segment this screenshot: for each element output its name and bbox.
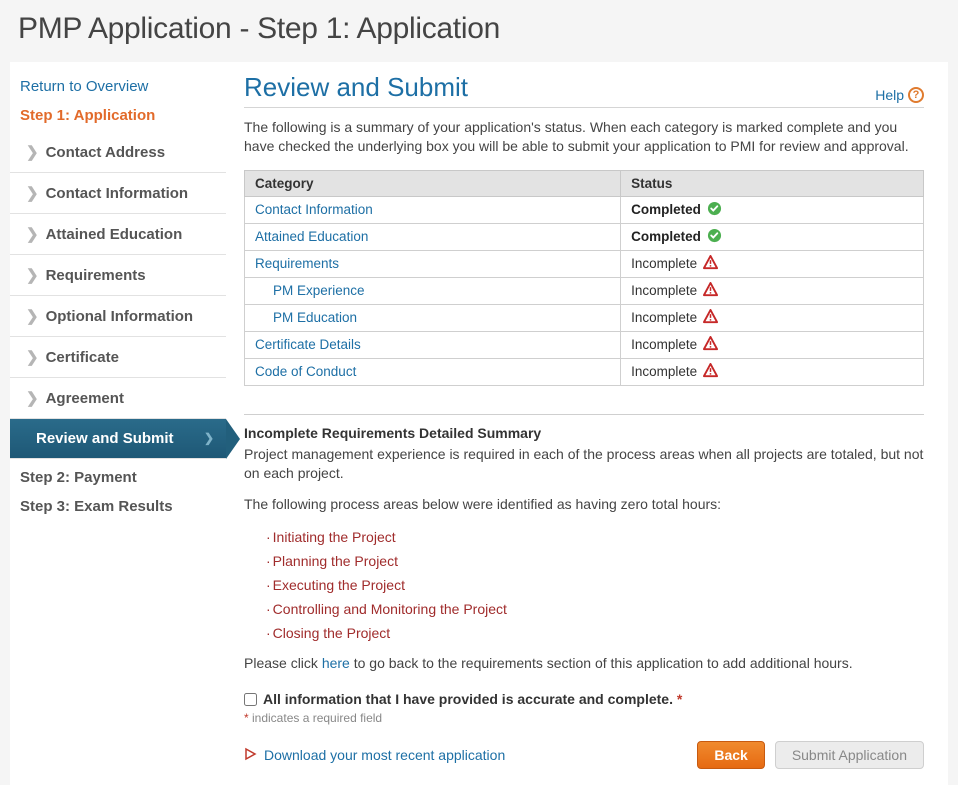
sidebar-item-attained-education[interactable]: ❯Attained Education: [10, 214, 226, 255]
accuracy-label[interactable]: All information that I have provided is …: [263, 691, 682, 707]
warning-icon: [703, 282, 718, 300]
category-link[interactable]: PM Experience: [273, 283, 365, 298]
list-item: Controlling and Monitoring the Project: [266, 597, 924, 621]
download-icon: [244, 747, 258, 764]
sidebar-item-optional-information[interactable]: ❯Optional Information: [10, 296, 226, 337]
category-link[interactable]: Code of Conduct: [255, 364, 356, 379]
status-text: Incomplete: [631, 256, 697, 271]
chevron-right-icon: ❯: [26, 389, 39, 407]
category-link[interactable]: Attained Education: [255, 229, 368, 244]
back-button[interactable]: Back: [697, 741, 764, 769]
step2-label: Step 2: Payment: [10, 463, 226, 492]
sidebar-item-contact-address[interactable]: ❯Contact Address: [10, 132, 226, 173]
table-row: Attained Education Completed: [245, 223, 924, 250]
warning-icon: [703, 336, 718, 354]
list-item: Executing the Project: [266, 573, 924, 597]
required-note: * indicates a required field: [244, 711, 924, 725]
summary-heading: Incomplete Requirements Detailed Summary: [244, 425, 924, 441]
table-row: PM Education Incomplete: [245, 304, 924, 331]
chevron-right-icon: ❯: [26, 307, 39, 325]
sidebar: Return to Overview Step 1: Application ❯…: [10, 62, 226, 773]
col-status: Status: [621, 170, 924, 196]
category-link[interactable]: Certificate Details: [255, 337, 361, 352]
chevron-right-icon: ❯: [26, 225, 39, 243]
list-item: Closing the Project: [266, 621, 924, 645]
table-row: Certificate Details Incomplete: [245, 331, 924, 358]
summary-para2: The following process areas below were i…: [244, 495, 924, 514]
page-title: PMP Application - Step 1: Application: [0, 0, 958, 62]
status-text: Incomplete: [631, 337, 697, 352]
download-application-link[interactable]: Download your most recent application: [244, 747, 505, 764]
chevron-right-icon: ❯: [26, 266, 39, 284]
check-icon: [707, 201, 722, 219]
sidebar-item-review-and-submit[interactable]: Review and Submit❯: [10, 419, 226, 459]
table-row: PM Experience Incomplete: [245, 277, 924, 304]
section-title: Review and Submit: [244, 72, 468, 103]
intro-text: The following is a summary of your appli…: [244, 118, 924, 156]
status-text: Completed: [631, 202, 701, 217]
sidebar-item-certificate[interactable]: ❯Certificate: [10, 337, 226, 378]
download-label: Download your most recent application: [264, 747, 505, 763]
step3-label: Step 3: Exam Results: [10, 492, 226, 521]
chevron-right-icon: ❯: [26, 348, 39, 366]
table-row: Contact Information Completed: [245, 196, 924, 223]
status-text: Incomplete: [631, 283, 697, 298]
here-link[interactable]: here: [322, 655, 350, 671]
help-link[interactable]: Help ?: [875, 87, 924, 103]
return-to-overview-link[interactable]: Return to Overview: [10, 72, 226, 101]
status-table: Category Status Contact Information Compl…: [244, 170, 924, 386]
summary-para1: Project management experience is require…: [244, 445, 924, 483]
category-link[interactable]: Requirements: [255, 256, 339, 271]
please-line: Please click here to go back to the requ…: [244, 655, 924, 671]
status-text: Completed: [631, 229, 701, 244]
table-row: Code of Conduct Incomplete: [245, 358, 924, 385]
warning-icon: [703, 255, 718, 273]
accuracy-checkbox[interactable]: [244, 693, 257, 706]
col-category: Category: [245, 170, 621, 196]
list-item: Initiating the Project: [266, 525, 924, 549]
check-icon: [707, 228, 722, 246]
help-label: Help: [875, 87, 904, 103]
warning-icon: [703, 363, 718, 381]
help-icon: ?: [908, 87, 924, 103]
sidebar-item-agreement[interactable]: ❯Agreement: [10, 378, 226, 419]
chevron-right-icon: ❯: [26, 184, 39, 202]
category-link[interactable]: PM Education: [273, 310, 357, 325]
submit-application-button: Submit Application: [775, 741, 924, 769]
table-row: Requirements Incomplete: [245, 250, 924, 277]
category-link[interactable]: Contact Information: [255, 202, 373, 217]
main-content: Review and Submit Help ? The following i…: [226, 62, 948, 773]
sidebar-item-contact-information[interactable]: ❯Contact Information: [10, 173, 226, 214]
divider: [244, 414, 924, 415]
warning-icon: [703, 309, 718, 327]
step1-label: Step 1: Application: [10, 101, 226, 130]
sidebar-item-requirements[interactable]: ❯Requirements: [10, 255, 226, 296]
status-text: Incomplete: [631, 310, 697, 325]
chevron-right-icon: ❯: [26, 143, 39, 161]
status-text: Incomplete: [631, 364, 697, 379]
list-item: Planning the Project: [266, 549, 924, 573]
chevron-right-icon: ❯: [204, 431, 214, 445]
